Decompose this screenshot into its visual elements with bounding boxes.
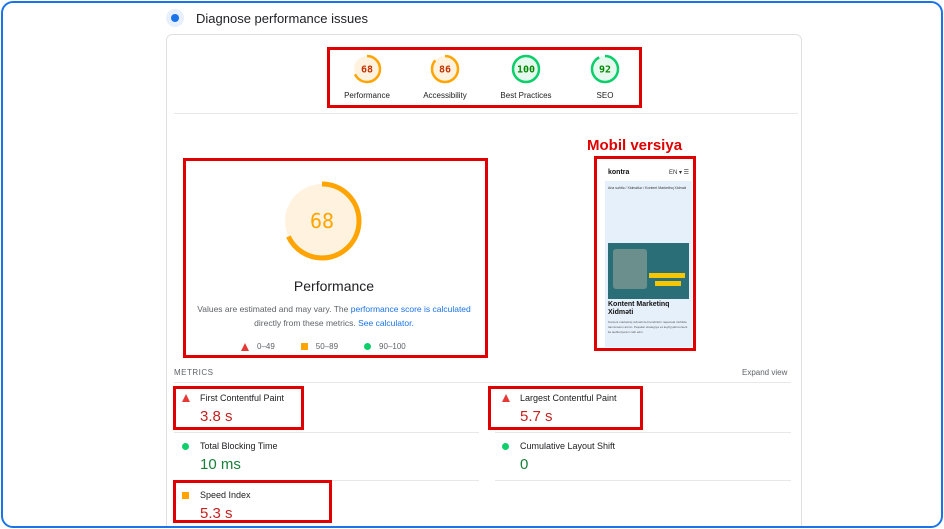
metric-tbt-name: Total Blocking Time [200,441,278,451]
annotation-box-performance [183,158,488,358]
metrics-title: METRICS [174,368,214,377]
green-circle-icon [182,442,189,450]
metric-cls: Cumulative Layout Shift 0 [502,441,615,473]
diagnose-header[interactable]: Diagnose performance issues [166,7,368,29]
metrics-row-divider [495,480,791,481]
annotation-box-gauges [327,47,642,108]
green-circle-icon [502,442,509,450]
annotation-box-lcp [488,386,643,430]
diagnose-icon [166,9,184,27]
screenshot-frame: Diagnose performance issues 68 Performan… [1,1,943,528]
metric-cls-name: Cumulative Layout Shift [520,441,616,451]
metric-cls-value: 0 [520,456,529,473]
annotation-box-fcp [173,386,304,430]
diagnose-title: Diagnose performance issues [196,10,368,26]
annotation-mobile-label: Mobil versiya [587,137,683,154]
metrics-row-divider [495,432,791,433]
metrics-divider [174,382,791,383]
annotation-box-mobile [594,156,696,351]
annotation-box-si [173,480,332,523]
metrics-row-divider [174,432,479,433]
metric-tbt: Total Blocking Time 10 ms [182,441,278,473]
divider [174,113,798,114]
expand-view-button[interactable]: Expand view [742,368,787,377]
metric-tbt-value: 10 ms [200,456,241,473]
